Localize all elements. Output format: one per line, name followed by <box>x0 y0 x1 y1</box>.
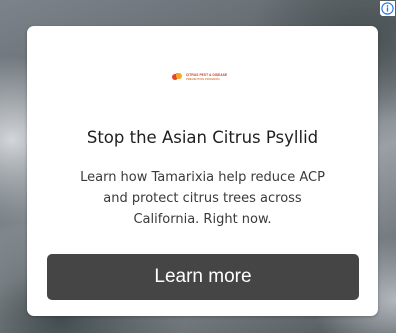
logo-line-2: PREVENTION PROGRAM <box>186 76 220 81</box>
advertiser-logo: CITRUS PEST & DISEASE PREVENTION PROGRAM <box>172 72 256 82</box>
adchoices-button[interactable] <box>380 1 395 16</box>
citrus-logo-icon <box>172 72 182 82</box>
ad-body-line: and protect citrus trees across <box>103 191 302 206</box>
learn-more-button[interactable]: Learn more <box>47 254 359 300</box>
logo-text: CITRUS PEST & DISEASE PREVENTION PROGRAM <box>186 73 227 81</box>
ad-headline: Stop the Asian Citrus Psyllid <box>86 128 319 147</box>
ad-card[interactable]: CITRUS PEST & DISEASE PREVENTION PROGRAM… <box>27 26 378 316</box>
info-icon <box>381 2 394 15</box>
ad-body-line: California. Right now. <box>133 212 272 227</box>
ad-body-text: Learn how Tamarixia help reduce ACP and … <box>27 167 378 230</box>
ad-body-line: Learn how Tamarixia help reduce ACP <box>80 170 325 185</box>
